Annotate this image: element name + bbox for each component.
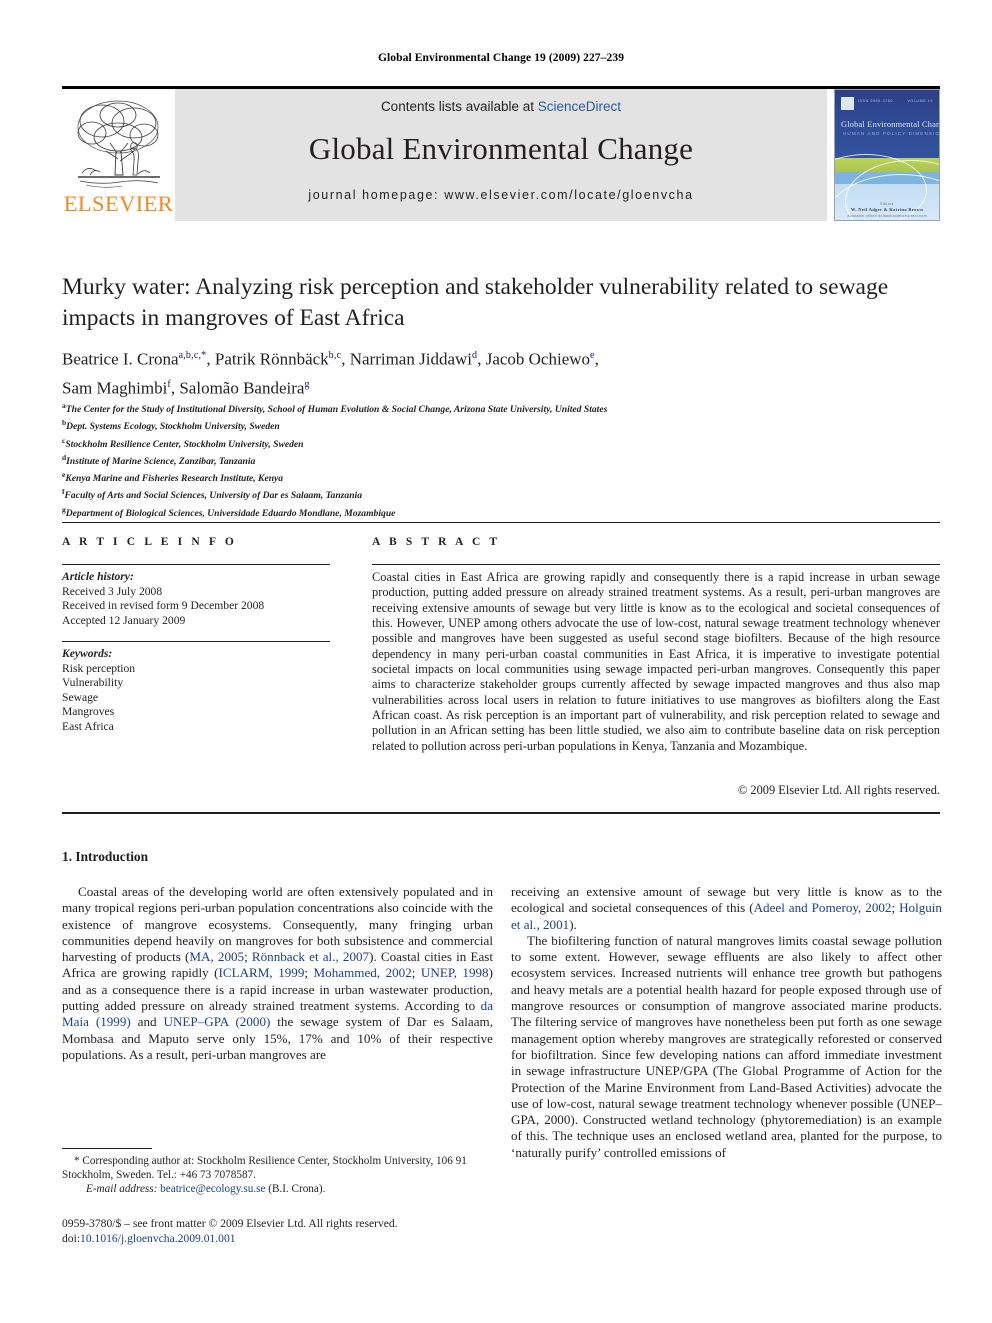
running-head: Global Environmental Change 19 (2009) 22… xyxy=(377,52,625,64)
cover-publisher-mark xyxy=(841,97,854,110)
article-page: Global Environmental Change 19 (2009) 22… xyxy=(0,0,992,1323)
issn-copyright-line: 0959-3780/$ – see front matter © 2009 El… xyxy=(62,1217,398,1230)
keywords-block: Keywords: Risk perception Vulnerability … xyxy=(62,647,330,735)
article-info-label: A R T I C L E I N F O xyxy=(62,536,237,548)
contents-available-line: Contents lists available at ScienceDirec… xyxy=(175,99,827,114)
corresponding-author-note: * Corresponding author at: Stockholm Res… xyxy=(62,1155,467,1182)
author-separator: , xyxy=(477,349,486,369)
elsevier-wordmark: ELSEVIER xyxy=(63,191,174,216)
imprint-block: 0959-3780/$ – see front matter © 2009 El… xyxy=(62,1216,522,1246)
body-column-right: receiving an extensive amount of sewage … xyxy=(511,884,942,1161)
affiliation-text: Department of Biological Sciences, Unive… xyxy=(65,507,396,519)
body-paragraph: Coastal areas of the developing world ar… xyxy=(62,884,493,1062)
affiliation-item: cStockholm Resilience Center, Stockholm … xyxy=(62,434,942,451)
history-accepted: Accepted 12 January 2009 xyxy=(62,613,186,627)
citation-reference[interactable]: ICLARM, 1999 xyxy=(219,965,305,980)
affiliation-text: Stockholm Resilience Center, Stockholm U… xyxy=(65,438,304,450)
journal-homepage-line[interactable]: journal homepage: www.elsevier.com/locat… xyxy=(175,188,827,202)
keywords-label: Keywords: xyxy=(62,647,113,660)
citation-reference[interactable]: UNEP, 1998 xyxy=(421,965,489,980)
affiliation-item: aThe Center for the Study of Institution… xyxy=(62,399,942,416)
cover-issn: ISSN 0959-3780 xyxy=(858,99,893,103)
author-name: Beatrice I. Crona xyxy=(62,349,179,369)
email-label: E-mail address: xyxy=(86,1183,158,1196)
page-title: Murky water: Analyzing risk perception a… xyxy=(62,274,889,331)
affiliation-text: Dept. Systems Ecology, Stockholm Univers… xyxy=(66,421,280,433)
doi-line: doi:10.1016/j.gloenvcha.2009.01.001 xyxy=(62,1231,522,1246)
affiliation-text: Kenya Marine and Fisheries Research Inst… xyxy=(65,473,284,485)
body-paragraph: The biofiltering function of natural man… xyxy=(511,932,942,1160)
citation-reference[interactable]: UNEP–GPA (2000) xyxy=(164,1014,271,1029)
affiliation-text: Faculty of Arts and Social Sciences, Uni… xyxy=(64,490,363,502)
affiliation-item: eKenya Marine and Fisheries Research Ins… xyxy=(62,468,942,485)
cover-footer-editors: W. Neil Adger & Katrina Brown xyxy=(850,207,924,212)
keyword-item: Vulnerability xyxy=(62,676,124,690)
author-name: Patrik Rönnbäck xyxy=(214,349,329,369)
author-affiliation-marker: a,b,c,* xyxy=(178,350,207,361)
citation-reference[interactable]: Adeel and Pomeroy, 2002 xyxy=(754,900,892,915)
citation-reference[interactable]: da Maia (1999) xyxy=(62,998,493,1029)
body-paragraph: receiving an extensive amount of sewage … xyxy=(511,884,942,932)
affiliation-item: gDepartment of Biological Sciences, Univ… xyxy=(62,503,942,520)
email-note: E-mail address: beatrice@ecology.su.se (… xyxy=(62,1182,493,1196)
info-divider-1 xyxy=(62,564,330,565)
keyword-item: Mangroves xyxy=(62,705,115,719)
keyword-item: East Africa xyxy=(62,719,114,733)
cover-title: Global Environmental Change xyxy=(841,120,940,129)
contents-prefix: Contents lists available at xyxy=(380,99,538,114)
cover-footer-editors-label: Editors xyxy=(880,202,894,206)
history-revised: Received in revised form 9 December 2008 xyxy=(62,599,265,613)
abstract-text: Coastal cities in East Africa are growin… xyxy=(372,570,940,753)
author-list: Beatrice I. Cronaa,b,c,*, Patrik Rönnbäc… xyxy=(62,343,942,400)
author-name: Jacob Ochiewo xyxy=(485,349,591,369)
affiliation-item: fFaculty of Arts and Social Sciences, Un… xyxy=(62,485,942,502)
doi-label: doi: xyxy=(62,1232,81,1245)
cover-volume: VOLUME 19 xyxy=(907,99,933,103)
info-divider-2 xyxy=(62,641,330,642)
cover-footer-note: Available online at www.sciencedirect.co… xyxy=(847,214,927,218)
sciencedirect-link[interactable]: ScienceDirect xyxy=(538,99,621,114)
doi-value[interactable]: 10.1016/j.gloenvcha.2009.01.001 xyxy=(80,1232,236,1245)
author-name: Salomão Bandeira xyxy=(179,378,305,398)
elsevier-logo: ELSEVIER xyxy=(62,89,175,221)
affiliation-list: aThe Center for the Study of Institution… xyxy=(62,399,942,520)
elsevier-tree-icon xyxy=(77,100,160,188)
author-name: Narriman Jiddawi xyxy=(349,349,472,369)
keyword-item: Risk perception xyxy=(62,661,136,675)
affiliation-text: The Center for the Study of Institutiona… xyxy=(65,404,608,416)
journal-cover-thumbnail: ISSN 0959-3780 VOLUME 19 Global Environm… xyxy=(834,89,940,221)
author-separator: , xyxy=(206,349,215,369)
body-column-left: Coastal areas of the developing world ar… xyxy=(62,884,493,1063)
article-history-block: Article history: Received 3 July 2008 Re… xyxy=(62,570,330,628)
footnote-rule xyxy=(62,1148,152,1149)
author-name: Sam Maghimbi xyxy=(62,378,168,398)
citation-reference[interactable]: Rönnback et al., 2007 xyxy=(252,949,369,964)
info-top-rule xyxy=(62,522,940,523)
affiliation-text: Institute of Marine Science, Zanzibar, T… xyxy=(66,456,256,468)
journal-title: Global Environmental Change xyxy=(308,131,694,166)
abstract-divider xyxy=(372,564,940,565)
history-received: Received 3 July 2008 xyxy=(62,584,163,598)
abstract-copyright: © 2009 Elsevier Ltd. All rights reserved… xyxy=(737,783,940,797)
info-bottom-rule xyxy=(62,812,940,814)
cover-subtitle: HUMAN AND POLICY DIMENSIONS xyxy=(843,131,940,136)
keyword-item: Sewage xyxy=(62,690,99,704)
abstract-label: A B S T R A C T xyxy=(372,536,501,548)
citation-reference[interactable]: Mohammed, 2002 xyxy=(314,965,412,980)
affiliation-item: dInstitute of Marine Science, Zanzibar, … xyxy=(62,451,942,468)
author-affiliation-marker: g xyxy=(304,378,310,390)
affiliation-item: bDept. Systems Ecology, Stockholm Univer… xyxy=(62,416,942,433)
email-link[interactable]: beatrice@ecology.su.se xyxy=(160,1183,265,1195)
email-owner: (B.I. Crona). xyxy=(268,1183,326,1196)
footnote-block: * Corresponding author at: Stockholm Res… xyxy=(62,1154,493,1197)
author-separator: , xyxy=(594,349,599,369)
section-heading-introduction: 1. Introduction xyxy=(62,849,149,864)
author-separator: , xyxy=(341,349,350,369)
author-affiliation-marker: b,c xyxy=(328,350,342,361)
citation-reference[interactable]: MA, 2005 xyxy=(189,949,244,964)
contents-box: Contents lists available at ScienceDirec… xyxy=(175,89,827,221)
journal-header-band: ELSEVIER Contents lists available at Sci… xyxy=(62,89,940,221)
article-history-label: Article history: xyxy=(62,570,134,583)
